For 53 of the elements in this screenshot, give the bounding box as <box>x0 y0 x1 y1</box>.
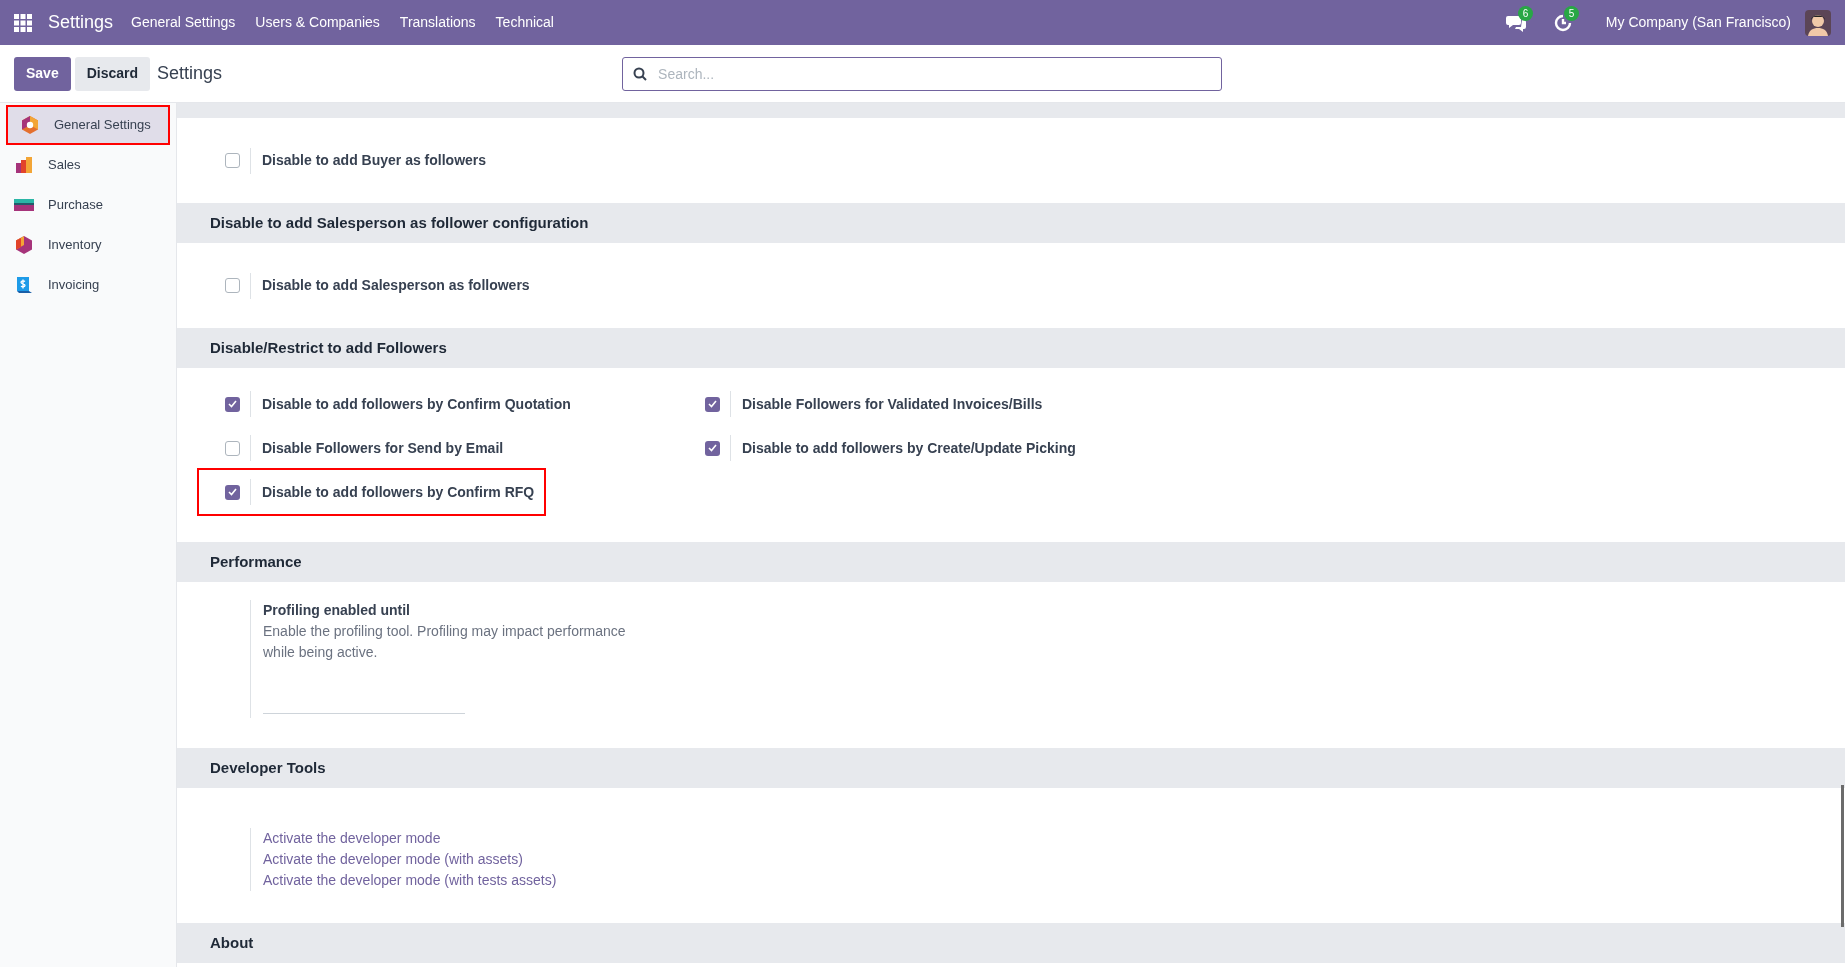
checkbox[interactable] <box>225 396 240 412</box>
save-button[interactable]: Save <box>14 56 71 91</box>
message-count-badge: 6 <box>1517 5 1534 21</box>
setting-label: Disable to add followers by Confirm Quotation <box>262 394 571 414</box>
check-icon <box>708 400 717 408</box>
cube-icon <box>14 235 34 255</box>
setting-description: Enable the profiling tool. Profiling may impact performance while being active. <box>263 622 627 662</box>
setting-label: Disable to add Buyer as followers <box>262 151 487 170</box>
scrollbar[interactable] <box>1841 785 1844 927</box>
setting-label: Disable to add Salesperson as followers <box>262 276 530 295</box>
menu-item[interactable]: Translations <box>399 12 476 33</box>
setting-label: Disable to add followers by Confirm RFQ <box>262 482 535 502</box>
breadcrumb-title: Settings <box>157 62 223 85</box>
setting-label: Profiling enabled until <box>263 601 411 620</box>
section-title: Developer Tools <box>210 757 326 778</box>
menu-item[interactable]: Technical <box>495 12 554 33</box>
setting-label: Disable to add followers by Create/Update Picking <box>742 438 1076 458</box>
section-title: Disable/Restrict to add Followers <box>210 337 447 358</box>
company-switcher[interactable]: My Company (San Francisco) <box>1605 12 1791 33</box>
sidebar-item[interactable]: General Settings <box>6 105 170 145</box>
menu-item[interactable]: General Settings <box>131 12 236 33</box>
section-title: Performance <box>210 551 302 572</box>
setting-label: Disable Followers for Validated Invoices/Bills <box>742 394 1043 414</box>
dollar-document-icon <box>14 275 34 295</box>
checkbox[interactable] <box>225 153 240 168</box>
section-title: About <box>210 932 254 953</box>
app-grid-icon[interactable] <box>14 13 32 32</box>
sidebar-item[interactable]: Invoicing <box>0 265 176 305</box>
sidebar-item[interactable]: Purchase <box>0 185 176 225</box>
developer-mode-link[interactable]: Activate the developer mode <box>263 828 441 849</box>
check-icon <box>228 488 237 496</box>
bar-chart-icon <box>14 155 34 175</box>
menu-item[interactable]: Users & Companies <box>255 12 380 33</box>
checkbox[interactable] <box>225 440 240 456</box>
user-avatar[interactable] <box>1805 9 1831 36</box>
developer-mode-link[interactable]: Activate the developer mode (with assets) <box>263 849 523 870</box>
check-icon <box>228 400 237 408</box>
discard-button[interactable]: Discard <box>74 56 151 91</box>
checkbox[interactable] <box>705 440 720 456</box>
search-field[interactable]: Search... <box>622 56 1223 91</box>
checkbox[interactable] <box>705 396 720 412</box>
setting-label: Disable Followers for Send by Email <box>262 438 504 458</box>
section-title: Disable to add Salesperson as follower configuration <box>210 212 589 233</box>
activity-count-badge: 5 <box>1563 5 1580 21</box>
sidebar-item[interactable]: Sales <box>0 145 176 185</box>
app-name[interactable]: Settings <box>48 9 114 36</box>
checkbox[interactable] <box>225 484 240 500</box>
developer-mode-link[interactable]: Activate the developer mode (with tests assets) <box>263 870 557 891</box>
hexagon-logo-icon <box>20 115 40 135</box>
sidebar-item[interactable]: Inventory <box>0 225 176 265</box>
check-icon <box>708 444 717 452</box>
search-icon <box>633 66 648 81</box>
checkbox[interactable] <box>225 278 240 293</box>
